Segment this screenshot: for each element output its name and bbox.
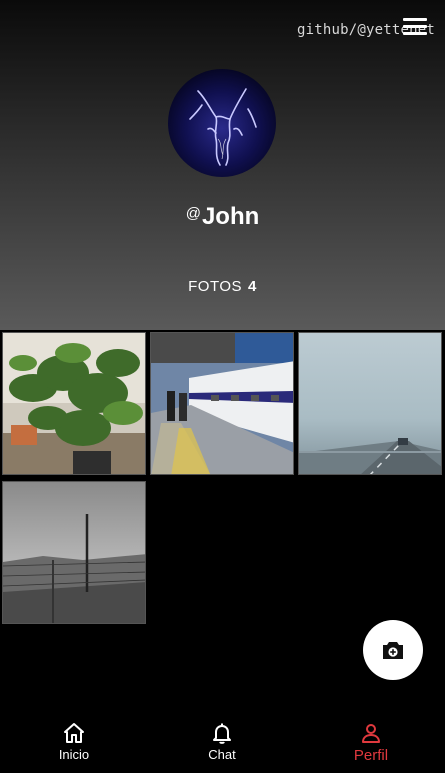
menu-icon[interactable] xyxy=(403,18,427,36)
add-photo-icon xyxy=(383,642,403,659)
profile-header: github/@yettenet @John FOTOS 4 xyxy=(0,0,445,330)
nav-label-inicio: Inicio xyxy=(58,747,90,762)
photo-fence[interactable] xyxy=(2,481,146,624)
profile-avatar[interactable] xyxy=(168,69,276,177)
bell-icon xyxy=(213,723,231,744)
nav-item-inicio[interactable]: Inicio xyxy=(0,711,148,773)
username: @John xyxy=(0,203,445,231)
add-photo-button[interactable] xyxy=(363,620,423,680)
nav-item-chat[interactable]: Chat xyxy=(148,711,296,773)
nav-label-chat: Chat xyxy=(208,747,236,762)
nav-item-perfil[interactable]: Perfil xyxy=(297,711,445,773)
photos-count: 4 xyxy=(248,278,257,295)
home-icon xyxy=(64,723,84,743)
username-text: John xyxy=(201,203,260,230)
lightning-avatar-image xyxy=(189,88,257,166)
photo-train-station[interactable] xyxy=(150,332,294,475)
photo-plants[interactable] xyxy=(2,332,146,475)
nav-label-perfil: Perfil xyxy=(353,747,389,764)
photos-counter: FOTOS 4 xyxy=(0,278,445,295)
photo-foggy-road[interactable] xyxy=(298,332,442,475)
bottom-navigation: Inicio Chat Perfil xyxy=(0,711,445,773)
photos-label: FOTOS xyxy=(188,278,243,295)
person-icon xyxy=(362,724,380,743)
username-at: @ xyxy=(185,205,201,222)
